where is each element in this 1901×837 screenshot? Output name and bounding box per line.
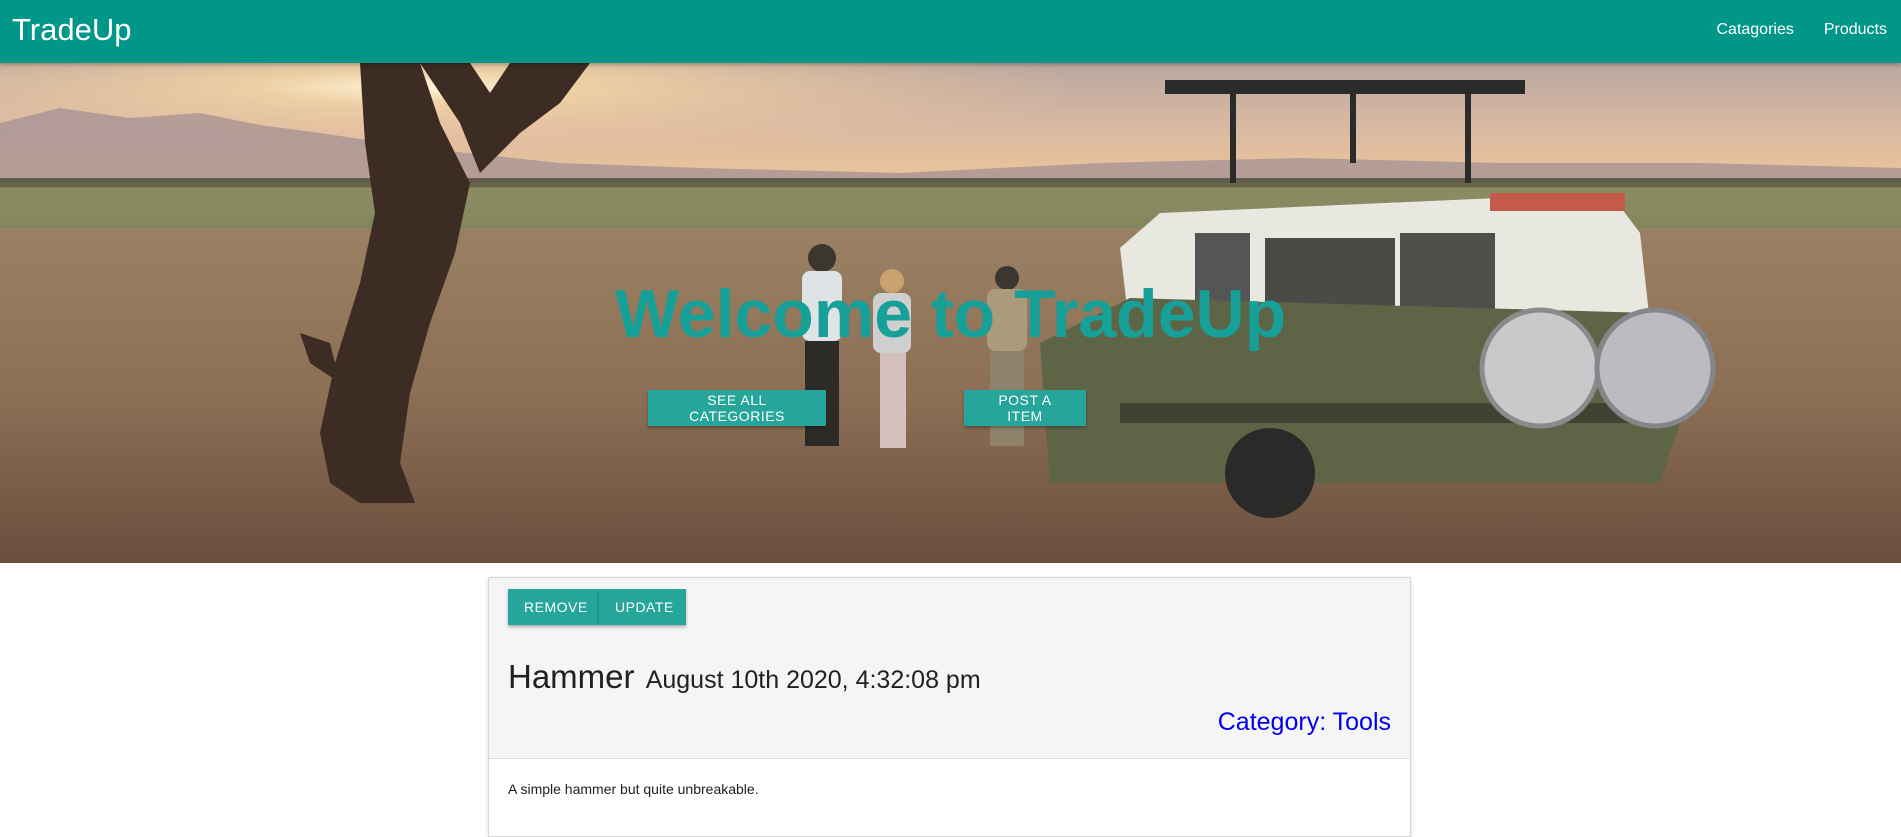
brand-logo[interactable]: TradeUp <box>12 12 131 48</box>
hero-banner: Welcome to TradeUp SEE ALL CATEGORIES PO… <box>0 63 1901 563</box>
see-all-categories-button[interactable]: SEE ALL CATEGORIES <box>648 390 826 426</box>
nav-link-categories[interactable]: Catagories <box>1716 21 1793 39</box>
item-date: August 10th 2020, 4:32:08 pm <box>645 666 981 694</box>
item-category-link[interactable]: Category: Tools <box>1218 708 1391 737</box>
item-card-header: REMOVE UPDATE Hammer August 10th 2020, 4… <box>489 578 1410 759</box>
post-item-button[interactable]: POST A ITEM <box>964 390 1086 426</box>
hero-title: Welcome to TradeUp <box>614 276 1287 352</box>
item-description: A simple hammer but quite unbreakable. <box>508 781 759 797</box>
nav-link-products[interactable]: Products <box>1824 21 1887 39</box>
remove-button[interactable]: REMOVE <box>508 589 599 625</box>
top-navbar: TradeUp Catagories Products <box>0 0 1901 63</box>
item-name: Hammer <box>508 658 635 695</box>
update-button[interactable]: UPDATE <box>599 589 686 625</box>
item-card: REMOVE UPDATE Hammer August 10th 2020, 4… <box>488 577 1411 837</box>
item-heading: Hammer August 10th 2020, 4:32:08 pm <box>508 658 981 696</box>
nav-links: Catagories Products <box>1716 21 1887 39</box>
